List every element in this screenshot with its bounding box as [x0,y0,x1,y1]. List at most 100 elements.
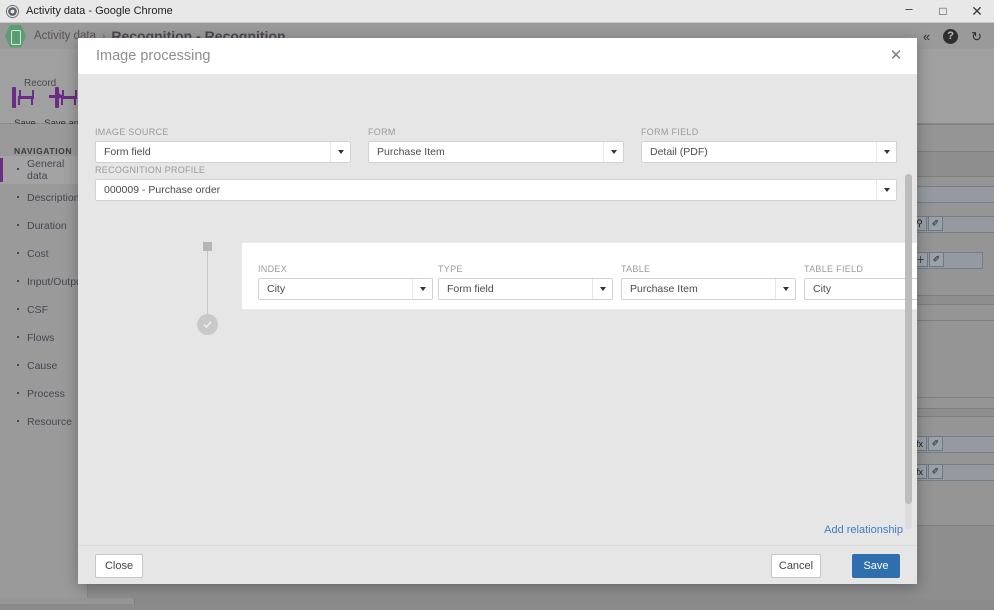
recognition-profile-value: 000009 - Purchase order [104,184,221,196]
sidebar-item-cause[interactable]: Cause [0,352,87,380]
cancel-button[interactable]: Cancel [771,554,821,578]
ribbon-save-button[interactable]: Save [3,87,47,129]
breadcrumb-actions: « ? ↻ [923,28,982,44]
image-processing-dialog: Image processing ✕ IMAGE SOURCE Form fie… [78,38,917,584]
timeline-line [207,248,208,320]
save-button[interactable]: Save [852,554,900,578]
collapse-ribbon-icon[interactable]: « [923,30,930,43]
chevron-down-icon[interactable] [412,279,432,299]
pick-icon[interactable]: ✐ [928,436,943,451]
chrome-icon [6,4,19,18]
chevron-down-icon[interactable] [876,142,896,162]
window-titlebar: Activity data - Google Chrome – □ ✕ [0,0,994,23]
table-field-field: TABLE FIELD City [804,264,917,300]
recognition-profile-field: RECOGNITION PROFILE 000009 - Purchase or… [95,165,897,201]
sidebar-item-duration[interactable]: Duration [0,212,87,240]
sidebar-item-label: Cost [27,248,49,260]
table-field-label: TABLE FIELD [804,264,864,274]
window-close-button[interactable]: ✕ [960,0,994,23]
dialog-body: IMAGE SOURCE Form field FORM Purchase It… [78,74,917,545]
sidebar-item-input-output[interactable]: Input/Output [0,268,87,296]
table-field-group: TABLE Purchase Item [621,264,796,300]
sidebar-item-label: CSF [27,304,48,316]
type-select[interactable]: Form field [438,278,613,300]
window-controls: – □ ✕ [892,0,994,23]
bullet-icon [17,392,19,394]
sidebar-item-label: Resource [27,416,72,428]
sidebar-item-description[interactable]: Description [0,184,87,212]
form-field-select[interactable]: Detail (PDF) [641,141,897,163]
add-relationship-link[interactable]: Add relationship [824,524,903,536]
table-select[interactable]: Purchase Item [621,278,796,300]
recognition-profile-label: RECOGNITION PROFILE [95,165,206,175]
app-logo-icon [5,24,26,48]
form-label: FORM [368,127,396,137]
chevron-down-icon[interactable] [775,279,795,299]
relationship-card: INDEX City TYPE Form field TABLE Purchas… [241,242,917,310]
sidebar-item-label: Duration [27,220,67,232]
form-field-group: FORM Purchase Item [368,127,624,163]
form-value: Purchase Item [377,146,445,158]
close-icon[interactable]: ✕ [888,48,904,64]
pick-icon[interactable]: ✐ [929,252,944,267]
navigation-panel: NAVIGATION General data Description Dura… [0,124,88,610]
chevron-down-icon[interactable] [592,279,612,299]
minimize-button[interactable]: – [892,0,926,23]
index-field: INDEX City [258,264,433,300]
dialog-scrollbar-thumb[interactable] [905,174,912,504]
refresh-icon[interactable]: ↻ [971,30,982,43]
bullet-icon [17,252,19,254]
sidebar-item-label: Cause [27,360,58,372]
recognition-profile-select[interactable]: 000009 - Purchase order [95,179,897,201]
timeline-check-icon[interactable] [197,314,218,335]
relationship-timeline [195,242,221,335]
sidebar-item-resource[interactable]: Resource [0,408,87,436]
dialog-scrollbar[interactable] [905,174,912,529]
sidebar-item-csf[interactable]: CSF [0,296,87,324]
type-label: TYPE [438,264,463,274]
app-window: Activity data - Google Chrome – □ ✕ Acti… [0,0,994,610]
window-title: Activity data - Google Chrome [26,5,173,17]
image-source-value: Form field [104,146,151,158]
pick-icon[interactable]: ✐ [928,216,943,231]
sidebar-item-label: Process [27,388,65,400]
close-button[interactable]: Close [95,554,143,578]
sidebar-item-general-data[interactable]: General data [0,156,87,184]
ribbon-group-label: Record [24,78,57,89]
bullet-icon [17,280,19,282]
image-source-select[interactable]: Form field [95,141,351,163]
bullet-icon [17,336,19,338]
help-icon[interactable]: ? [943,28,959,44]
index-value: City [267,283,286,295]
form-field-field: FORM FIELD Detail (PDF) [641,127,897,163]
sidebar-item-process[interactable]: Process [0,380,87,408]
form-select[interactable]: Purchase Item [368,141,624,163]
chevron-down-icon[interactable] [603,142,623,162]
timeline-start-handle[interactable] [203,242,212,251]
sidebar-item-label: Description [27,192,80,204]
sidebar-item-cost[interactable]: Cost [0,240,87,268]
image-source-label: IMAGE SOURCE [95,127,169,137]
sidebar-item-flows[interactable]: Flows [0,324,87,352]
dialog-title: Image processing [96,48,211,64]
chevron-down-icon[interactable] [330,142,350,162]
bullet-icon [17,196,19,198]
index-select[interactable]: City [258,278,433,300]
table-field-select[interactable]: City [804,278,917,300]
dialog-header: Image processing ✕ [78,38,917,74]
form-field-label: FORM FIELD [641,127,699,137]
table-field-value: City [813,283,832,295]
navigation-header: NAVIGATION [14,146,73,156]
pick-icon[interactable]: ✐ [928,464,943,479]
maximize-button[interactable]: □ [926,0,960,23]
bullet-icon [17,224,19,226]
type-value: Form field [447,283,494,295]
background-bottom-strip [0,598,994,610]
background-bottom-left [0,598,135,604]
type-field: TYPE Form field [438,264,613,300]
chevron-down-icon[interactable] [876,180,896,200]
table-label: TABLE [621,264,651,274]
sidebar-item-label: Input/Output [27,276,85,288]
form-field-value: Detail (PDF) [650,146,708,158]
image-source-field: IMAGE SOURCE Form field [95,127,351,163]
